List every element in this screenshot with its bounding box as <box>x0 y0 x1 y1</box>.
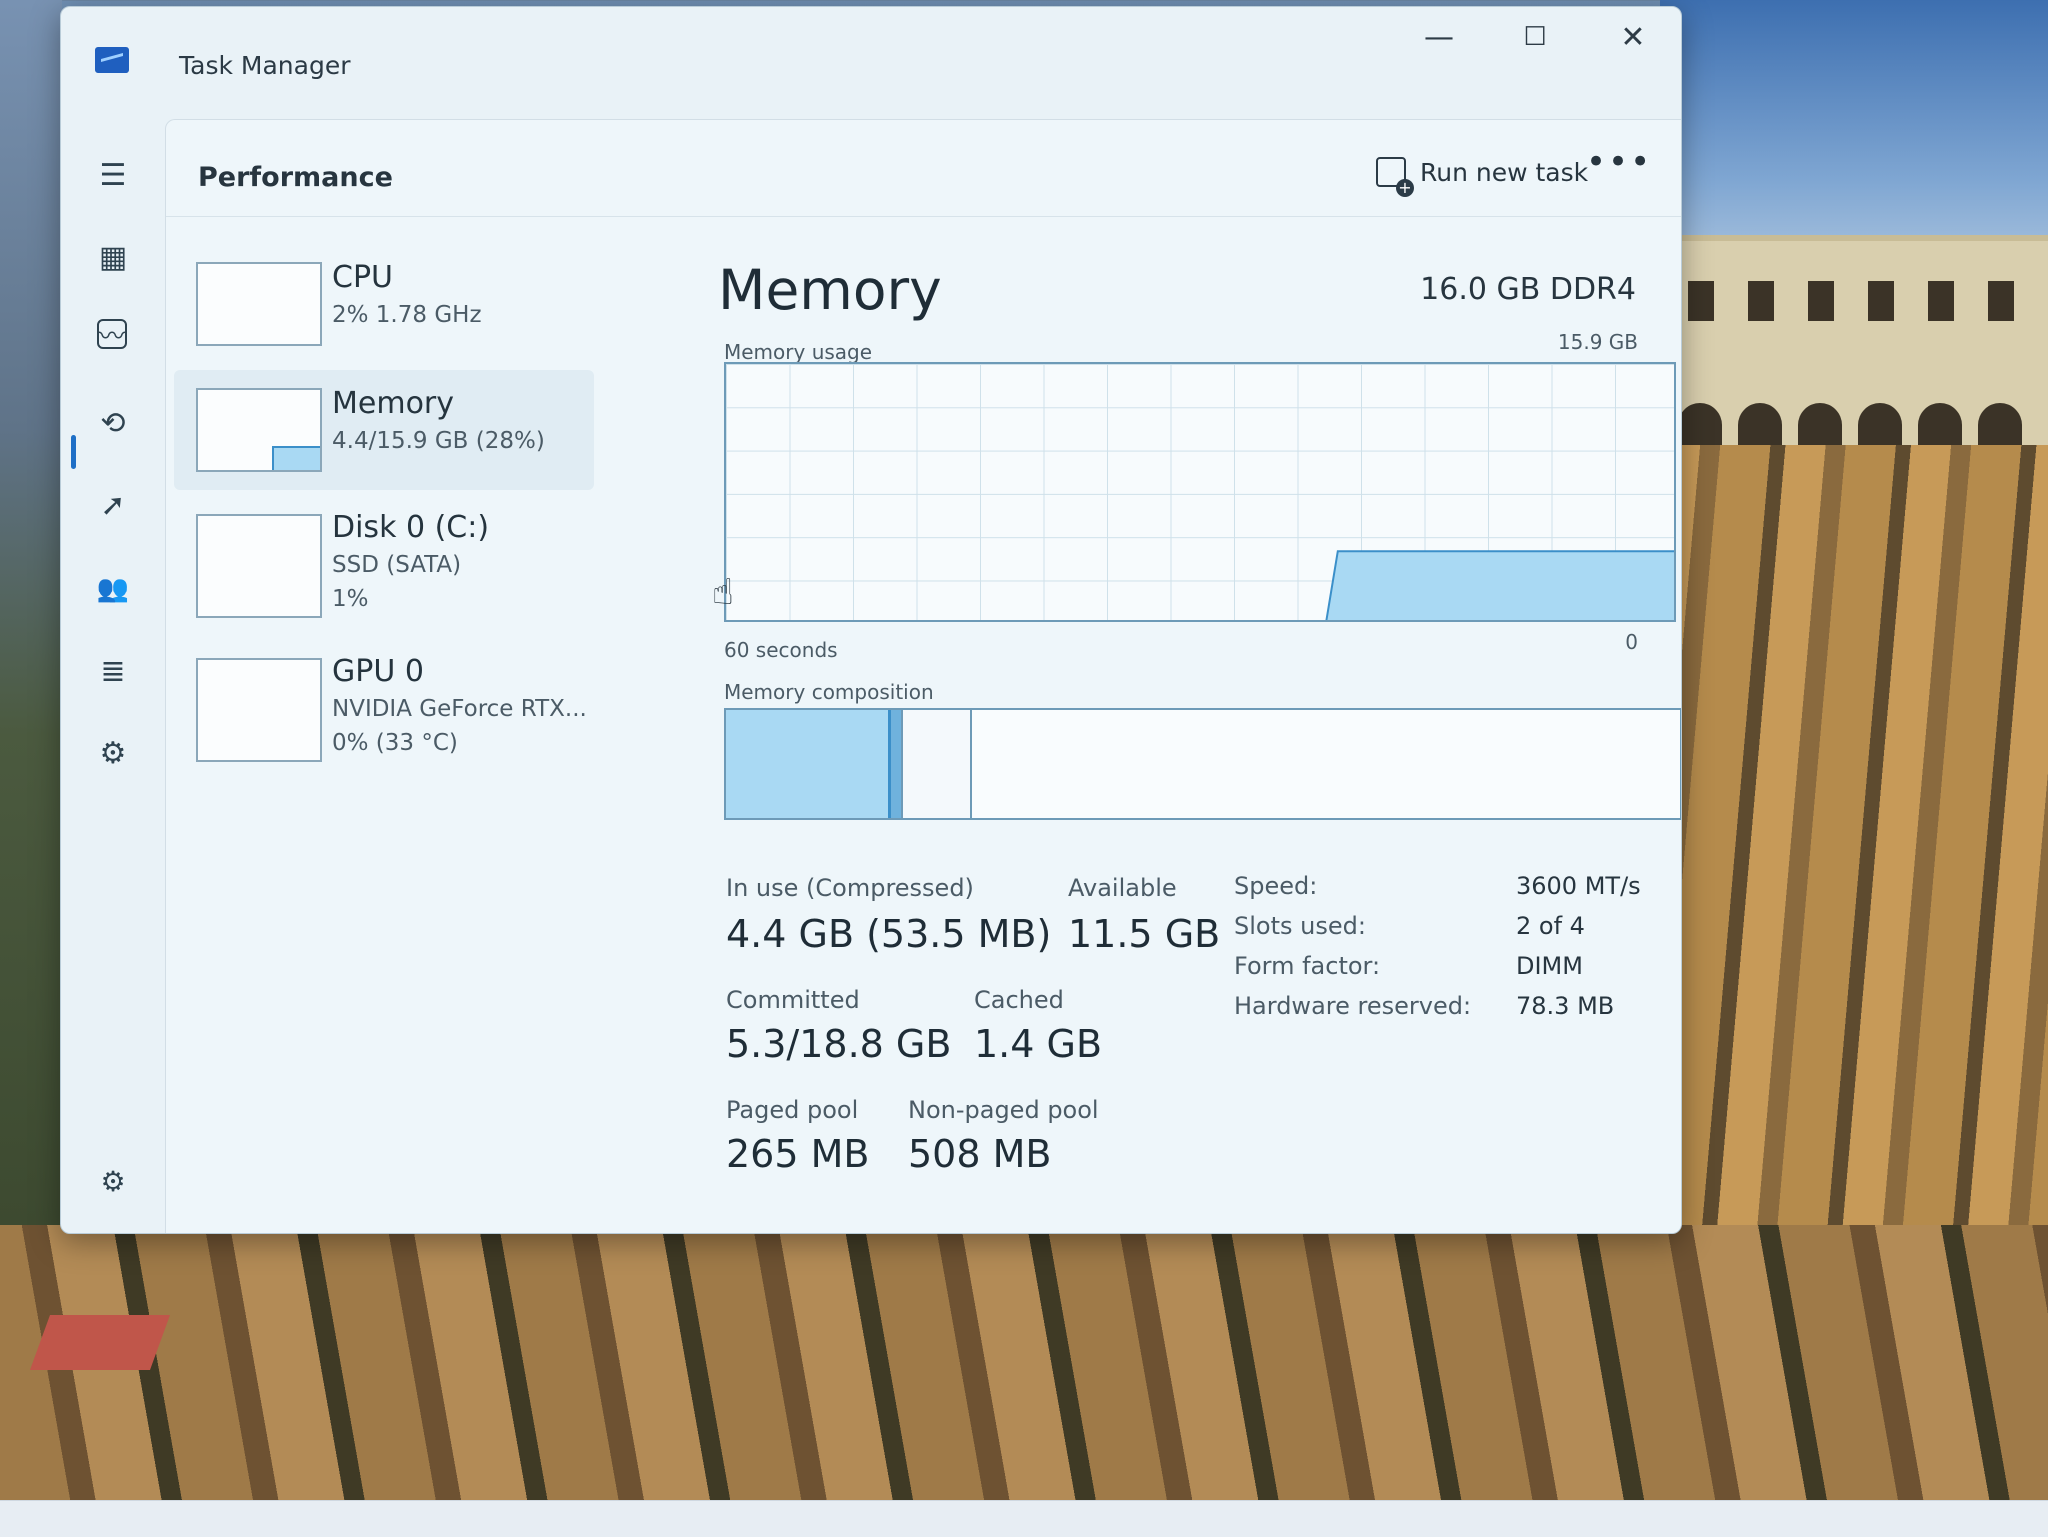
resource-usage: 0% (33 °C) <box>332 730 458 756</box>
building-window <box>1868 281 1894 321</box>
processes-icon[interactable]: ▦ <box>91 235 135 279</box>
memory-thumbnail-graph <box>196 388 322 472</box>
form-factor-label: Form factor: <box>1234 952 1381 980</box>
memory-composition-bar <box>724 708 1681 820</box>
memory-usage-max: 15.9 GB <box>1557 330 1638 354</box>
building-arch <box>1798 403 1842 445</box>
building-window <box>1748 281 1774 321</box>
resource-name: Memory <box>332 386 455 421</box>
run-task-icon <box>1376 157 1414 197</box>
form-factor-value: DIMM <box>1516 952 1583 980</box>
speed-value: 3600 MT/s <box>1516 872 1641 900</box>
resource-item-memory[interactable]: Memory 4.4/15.9 GB (28%) <box>174 370 594 490</box>
slots-used-label: Slots used: <box>1234 912 1366 940</box>
detail-title: Memory <box>718 258 942 322</box>
task-manager-window: Task Manager — ☐ ✕ ☰ ▦ 〰 ⟲ ➚ 👥 ≣ ⚙ ⚙ Per… <box>60 6 1682 1234</box>
memory-usage-graph-svg <box>1325 550 1674 620</box>
hamburger-menu-icon[interactable]: ☰ <box>91 153 135 197</box>
building-arch <box>1978 403 2022 445</box>
resource-detail: NVIDIA GeForce RTX... <box>332 696 587 722</box>
desktop-wallpaper-bottom <box>0 1225 2048 1505</box>
memory-thumbnail-fill <box>272 446 320 470</box>
settings-icon[interactable]: ⚙ <box>91 1159 135 1203</box>
desktop-wallpaper-left <box>0 0 62 1225</box>
building-window <box>1808 281 1834 321</box>
desktop-wallpaper-building <box>1668 235 2048 451</box>
building-arch <box>1678 403 1722 445</box>
paged-pool-label: Paged pool <box>726 1096 859 1124</box>
desktop-wallpaper-roof <box>29 1315 171 1370</box>
committed-value: 5.3/18.8 GB <box>726 1022 952 1066</box>
startup-apps-icon[interactable]: ➚ <box>91 483 135 527</box>
memory-usage-label: Memory usage <box>724 340 873 364</box>
resource-detail: 4.4/15.9 GB (28%) <box>332 428 545 454</box>
composition-modified[interactable] <box>891 710 901 818</box>
disk-thumbnail-graph <box>196 514 322 618</box>
building-window <box>1988 281 2014 321</box>
services-icon[interactable]: ⚙ <box>91 731 135 775</box>
building-window <box>1928 281 1954 321</box>
hardware-reserved-label: Hardware reserved: <box>1234 992 1472 1020</box>
run-new-task-label: Run new task <box>1420 157 1589 187</box>
composition-free[interactable] <box>972 710 1680 818</box>
minimize-button[interactable]: — <box>1391 7 1487 67</box>
nonpaged-pool-label: Non-paged pool <box>908 1096 1099 1124</box>
header-divider <box>166 216 1681 217</box>
maximize-button[interactable]: ☐ <box>1487 7 1583 67</box>
mouse-pointer-icon: ☝ <box>712 572 734 613</box>
slots-used-value: 2 of 4 <box>1516 912 1585 940</box>
resource-detail: SSD (SATA) <box>332 552 462 578</box>
navigation-sidebar: ☰ ▦ 〰 ⟲ ➚ 👥 ≣ ⚙ ⚙ <box>61 119 163 1233</box>
memory-usage-area <box>1325 550 1674 620</box>
available-value: 11.5 GB <box>1068 912 1221 956</box>
resource-item-gpu[interactable]: GPU 0 NVIDIA GeForce RTX... 0% (33 °C) <box>174 640 594 762</box>
composition-standby[interactable] <box>901 710 973 818</box>
resource-item-disk[interactable]: Disk 0 (C:) SSD (SATA) 1% <box>174 496 594 618</box>
paged-pool-value: 265 MB <box>726 1132 870 1176</box>
close-button[interactable]: ✕ <box>1585 7 1681 67</box>
building-arch <box>1858 403 1902 445</box>
run-new-task-button[interactable]: Run new task <box>1376 148 1589 197</box>
building-arch <box>1918 403 1962 445</box>
in-use-label: In use (Compressed) <box>726 874 974 902</box>
resource-name: CPU <box>332 260 393 295</box>
gpu-thumbnail-graph <box>196 658 322 762</box>
resource-name: Disk 0 (C:) <box>332 510 490 545</box>
task-manager-app-icon <box>95 47 129 73</box>
memory-type: 16.0 GB DDR4 <box>1420 272 1636 307</box>
title-bar[interactable]: Task Manager — ☐ ✕ <box>61 7 1681 119</box>
nonpaged-pool-value: 508 MB <box>908 1132 1052 1176</box>
details-icon[interactable]: ≣ <box>91 649 135 693</box>
users-icon[interactable]: 👥 <box>91 567 135 611</box>
cached-label: Cached <box>974 986 1064 1014</box>
memory-usage-graph <box>724 362 1676 622</box>
in-use-value: 4.4 GB (53.5 MB) <box>726 912 1052 956</box>
performance-page: Performance Run new task ••• CPU 2% 1.78… <box>165 119 1681 1233</box>
page-title: Performance <box>198 162 393 193</box>
active-indicator <box>71 435 76 469</box>
taskbar <box>0 1500 2048 1537</box>
resource-item-cpu[interactable]: CPU 2% 1.78 GHz <box>174 256 594 376</box>
available-label: Available <box>1068 874 1177 902</box>
graph-time-end: 0 <box>1625 630 1638 654</box>
composition-in-use[interactable] <box>726 710 891 818</box>
performance-icon[interactable]: 〰 <box>97 319 127 352</box>
resource-usage: 1% <box>332 586 369 612</box>
resource-name: GPU 0 <box>332 654 424 689</box>
resource-detail: 2% 1.78 GHz <box>332 302 482 328</box>
memory-composition-label: Memory composition <box>724 680 934 704</box>
cpu-thumbnail-graph <box>196 262 322 346</box>
cached-value: 1.4 GB <box>974 1022 1103 1066</box>
committed-label: Committed <box>726 986 860 1014</box>
more-options-button[interactable]: ••• <box>1586 142 1652 182</box>
graph-time-start: 60 seconds <box>724 638 838 662</box>
building-window <box>1688 281 1714 321</box>
app-history-icon[interactable]: ⟲ <box>91 401 135 445</box>
building-arch <box>1738 403 1782 445</box>
speed-label: Speed: <box>1234 872 1318 900</box>
window-title: Task Manager <box>179 51 351 80</box>
hardware-reserved-value: 78.3 MB <box>1516 992 1615 1020</box>
